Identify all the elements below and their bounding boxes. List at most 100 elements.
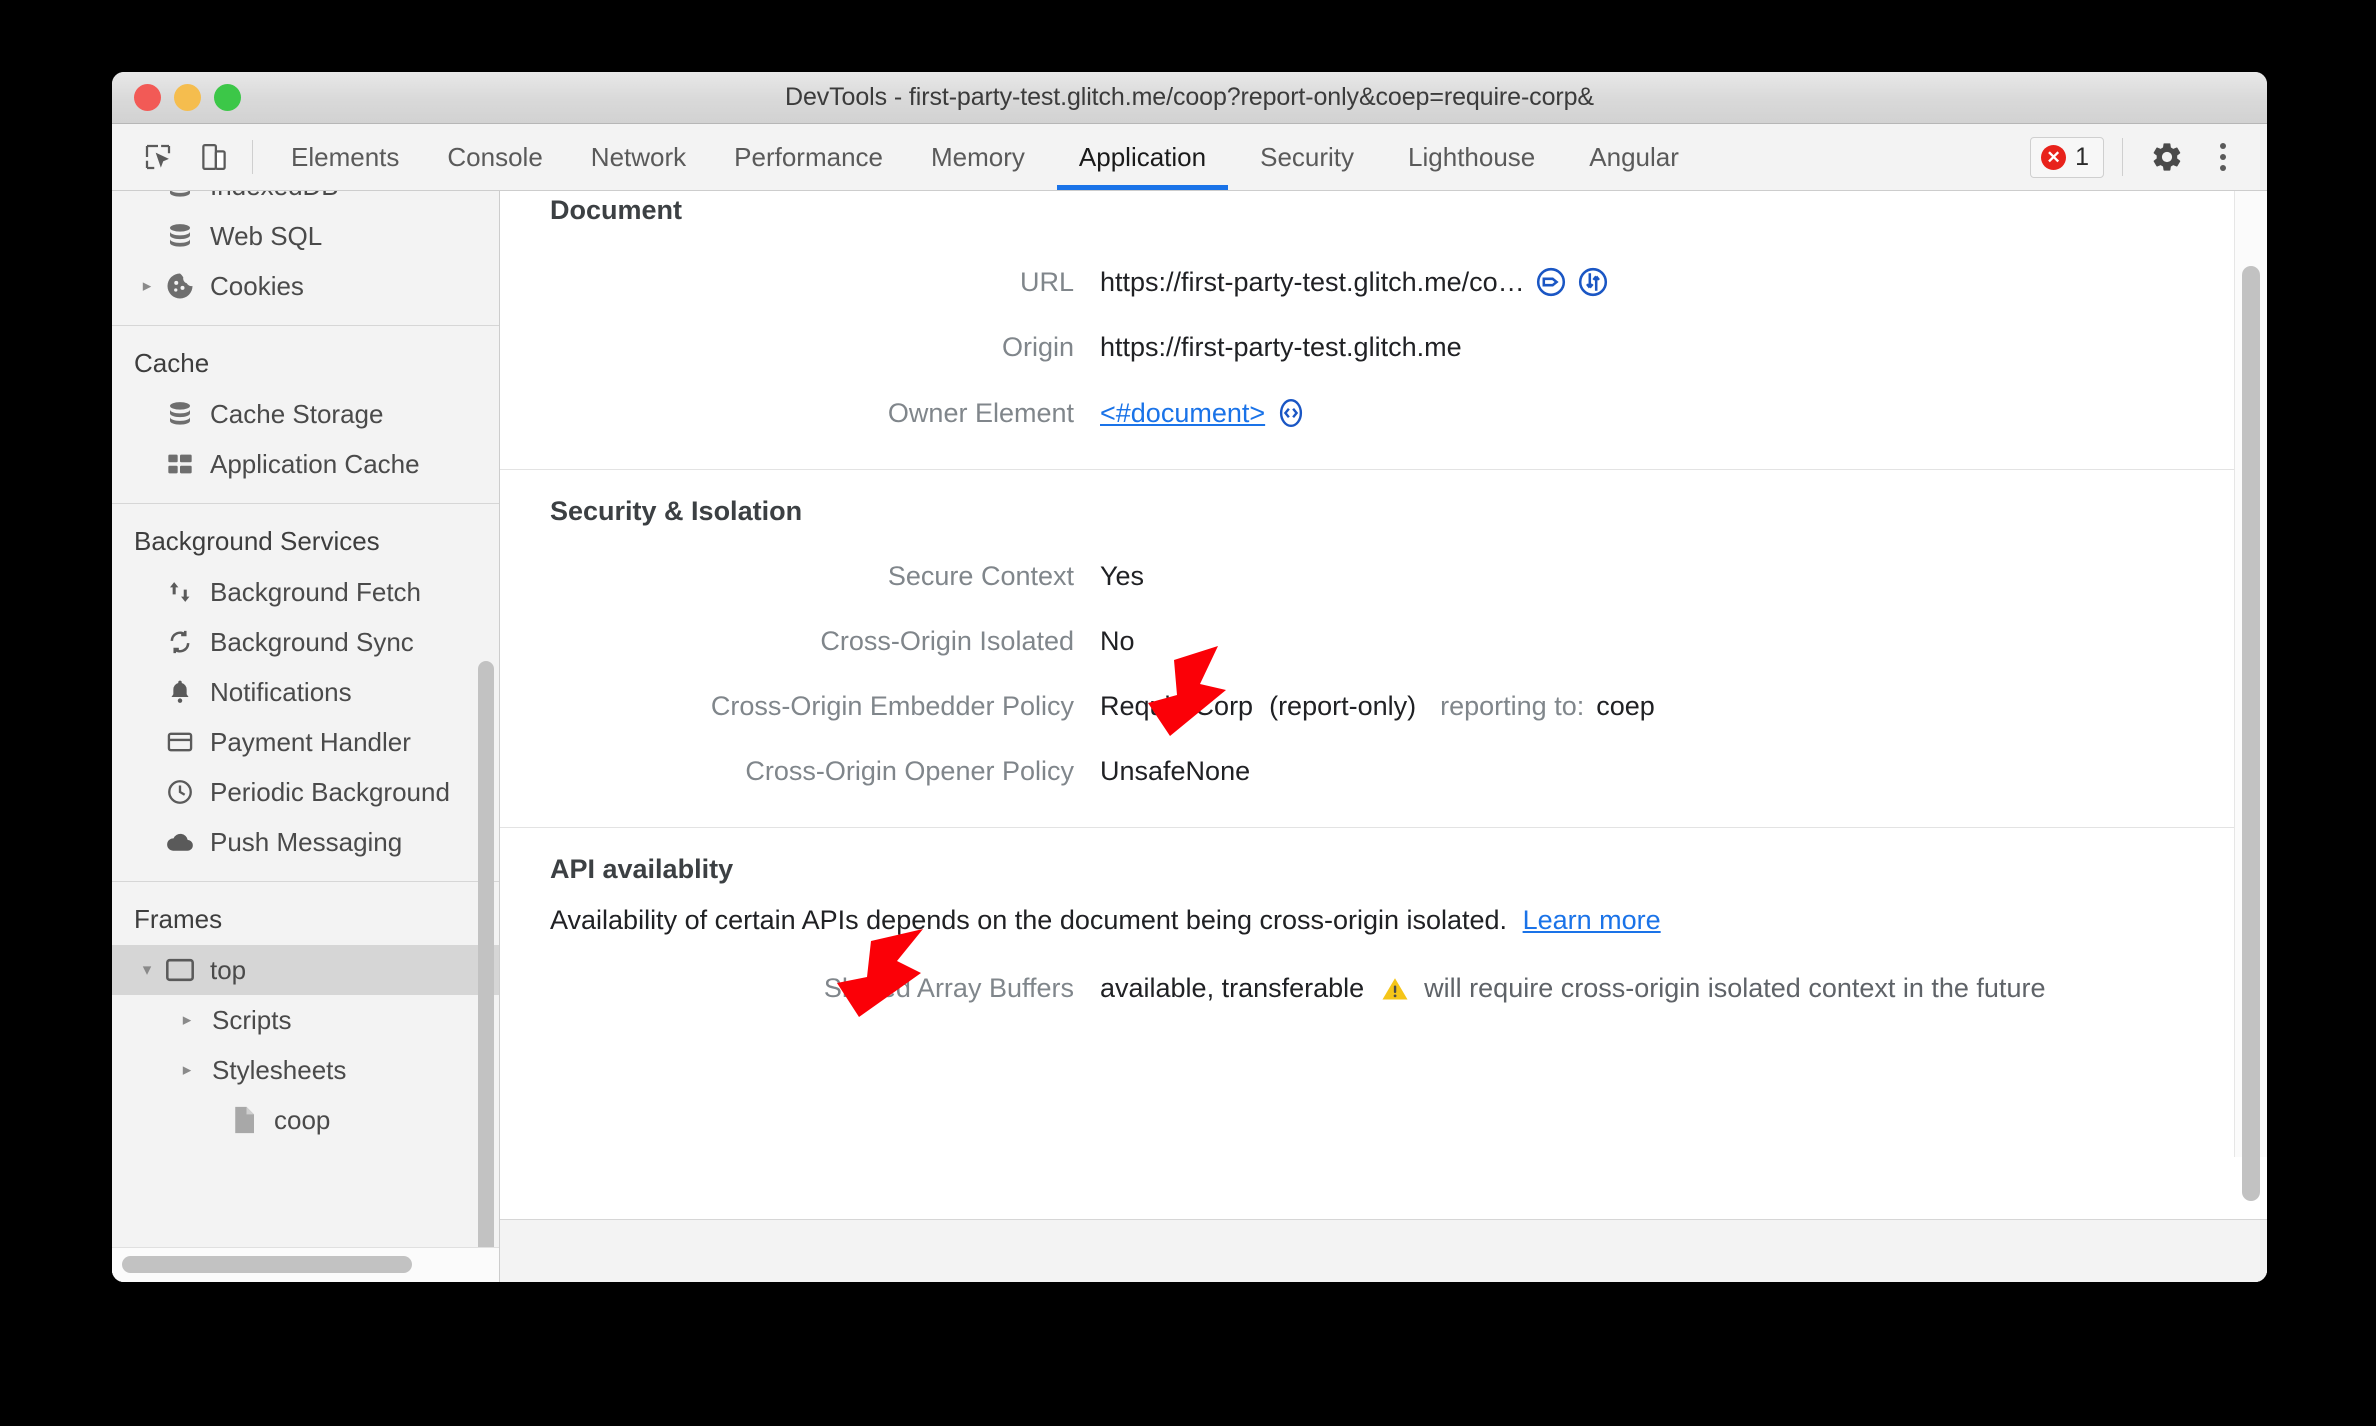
disclosure-triangle: ▸ [134,632,160,652]
sidebar-group-title-frames: Frames [134,904,223,934]
gear-icon[interactable] [2141,131,2193,183]
clock-icon [160,778,200,806]
database-icon [160,399,200,429]
sidebar-item-stylesheets[interactable]: ▸ Stylesheets [112,1045,499,1095]
sidebar-item-payment-handler[interactable]: ▸ Payment Handler [112,717,499,767]
row-coop-value: UnsafeNone [1100,756,1251,786]
devtools-body: ▸ IndexedDB ▸ [112,191,2267,1282]
main-footer-bar [500,1219,2267,1282]
learn-more-link[interactable]: Learn more [1523,905,1661,935]
sidebar-group-title-background-services: Background Services [134,526,380,556]
minimize-button[interactable] [174,84,201,111]
disclosure-triangle[interactable]: ▸ [174,1060,200,1080]
row-owner-element-value-wrap: <#document> [1074,397,1307,429]
tag-circle-icon[interactable] [1535,266,1567,298]
owner-element-link[interactable]: <#document> [1100,398,1265,429]
device-toolbar-icon[interactable] [186,124,242,190]
tab-lighthouse[interactable]: Lighthouse [1378,124,1565,190]
disclosure-triangle[interactable]: ▸ [174,1010,200,1030]
error-count-badge[interactable]: ✕ 1 [2030,136,2104,178]
frame-details-scroll-area: Document URL https://first-party-test.gl… [500,191,2267,1219]
sidebar-item-label: Scripts [212,1004,292,1035]
inspect-element-icon[interactable] [130,124,186,190]
row-origin: Origin https://first-party-test.glitch.m… [500,315,2267,380]
disclosure-triangle: ▸ [134,682,160,702]
api-availability-section: API availablity Availability of certain … [500,828,2267,1040]
frame-icon [160,957,200,983]
sidebar-item-background-sync[interactable]: ▸ Background Sync [112,617,499,667]
toolbar-divider-right [2122,138,2123,176]
api-section-heading: API availablity [550,854,734,884]
security-isolation-section: Security & Isolation Secure Context Yes … [500,470,2267,828]
sidebar-item-label: Cache Storage [210,398,384,429]
tab-network[interactable]: Network [567,124,710,190]
error-count: 1 [2075,142,2089,171]
sidebar-item-scripts[interactable]: ▸ Scripts [112,995,499,1045]
row-secure-context: Secure Context Yes [500,533,2267,609]
frame-details-pane: Document URL https://first-party-test.gl… [500,191,2267,1282]
sidebar-item-label: Payment Handler [210,726,411,757]
sidebar-horizontal-scrollbar[interactable] [112,1247,499,1282]
row-shared-array-buffers: Shared Array Buffers available, transfer… [500,956,2267,1040]
row-url-value: https://first-party-test.glitch.me/co… [1100,266,1525,297]
sidebar-item-notifications[interactable]: ▸ Notifications [112,667,499,717]
sidebar-item-push-messaging[interactable]: ▸ Push Messaging [112,817,499,867]
disclosure-triangle: ▸ [134,582,160,602]
sidebar-vertical-scrollbar-thumb[interactable] [478,661,494,1247]
code-circle-icon[interactable] [1275,397,1307,429]
tab-angular[interactable]: Angular [1565,124,1703,190]
row-coep: Cross-Origin Embedder Policy RequireCorp… [500,674,2267,739]
tab-security[interactable]: Security [1236,124,1378,190]
disclosure-triangle-expanded[interactable]: ▾ [134,960,160,980]
api-section-description-wrap: Availability of certain APIs depends on … [500,891,2267,956]
row-secure-context-key: Secure Context [887,561,1074,591]
maximize-button[interactable] [214,84,241,111]
document-section-heading: Document [550,195,683,225]
disclosure-triangle: ▸ [134,404,160,424]
application-sidebar: ▸ IndexedDB ▸ [112,191,500,1282]
sidebar-horizontal-scrollbar-thumb[interactable] [122,1256,412,1273]
sidebar-item-label: Application Cache [210,448,420,479]
row-secure-context-value: Yes [1100,561,1145,591]
database-icon [160,191,200,201]
sidebar-item-periodic-background[interactable]: ▸ Periodic Background [112,767,499,817]
tab-elements[interactable]: Elements [267,124,423,190]
warning-triangle-icon [1380,974,1410,1004]
main-vertical-scrollbar-thumb[interactable] [2242,266,2260,1201]
tab-memory[interactable]: Memory [907,124,1049,190]
tab-performance[interactable]: Performance [710,124,907,190]
disclosure-triangle: ▸ [134,191,160,196]
sidebar-item-label: Periodic Background [210,776,450,807]
devtools-toolbar: Elements Console Network Performance Mem… [112,124,2267,191]
sidebar-group-frames: Frames ▾ top ▸ Scripts ▸ Stylesheets coo… [112,882,499,1151]
grid-icon [160,450,200,478]
close-button[interactable] [134,84,161,111]
updown-circle-icon[interactable] [1577,266,1609,298]
sidebar-item-coop[interactable]: ▸ coop [112,1095,499,1145]
cloud-icon [160,827,200,857]
row-owner-element-key: Owner Element [887,397,1074,428]
disclosure-triangle[interactable]: ▸ [134,276,160,296]
sidebar-item-indexeddb[interactable]: ▸ IndexedDB [112,191,499,211]
sidebar-item-top[interactable]: ▾ top [112,945,499,995]
sidebar-scroll-area: ▸ IndexedDB ▸ [112,191,499,1247]
sidebar-item-label: Stylesheets [212,1054,347,1085]
sidebar-group-background-services: Background Services ▸ Background Fetch [112,504,499,873]
sidebar-item-web-sql[interactable]: ▸ Web SQL [112,211,499,261]
main-vertical-scrollbar[interactable] [2234,191,2267,1201]
row-coop: Cross-Origin Opener Policy UnsafeNone [500,739,2267,827]
security-section-heading: Security & Isolation [550,496,803,526]
sidebar-item-background-fetch[interactable]: ▸ Background Fetch [112,567,499,617]
sidebar-item-cache-storage[interactable]: ▸ Cache Storage [112,389,499,439]
tab-application[interactable]: Application [1049,124,1236,190]
sidebar-item-application-cache[interactable]: ▸ Application Cache [112,439,499,489]
sidebar-item-cookies[interactable]: ▸ Cookies [112,261,499,311]
more-vertical-icon[interactable] [2197,131,2249,183]
row-coep-value: RequireCorp [1100,691,1254,721]
tab-console[interactable]: Console [423,124,566,190]
document-section: Document URL https://first-party-test.gl… [500,191,2267,470]
sidebar-item-label: Web SQL [210,220,323,251]
window-titlebar: DevTools - first-party-test.glitch.me/co… [112,72,2267,124]
disclosure-triangle: ▸ [134,832,160,852]
row-cross-origin-isolated-value: No [1100,626,1135,656]
